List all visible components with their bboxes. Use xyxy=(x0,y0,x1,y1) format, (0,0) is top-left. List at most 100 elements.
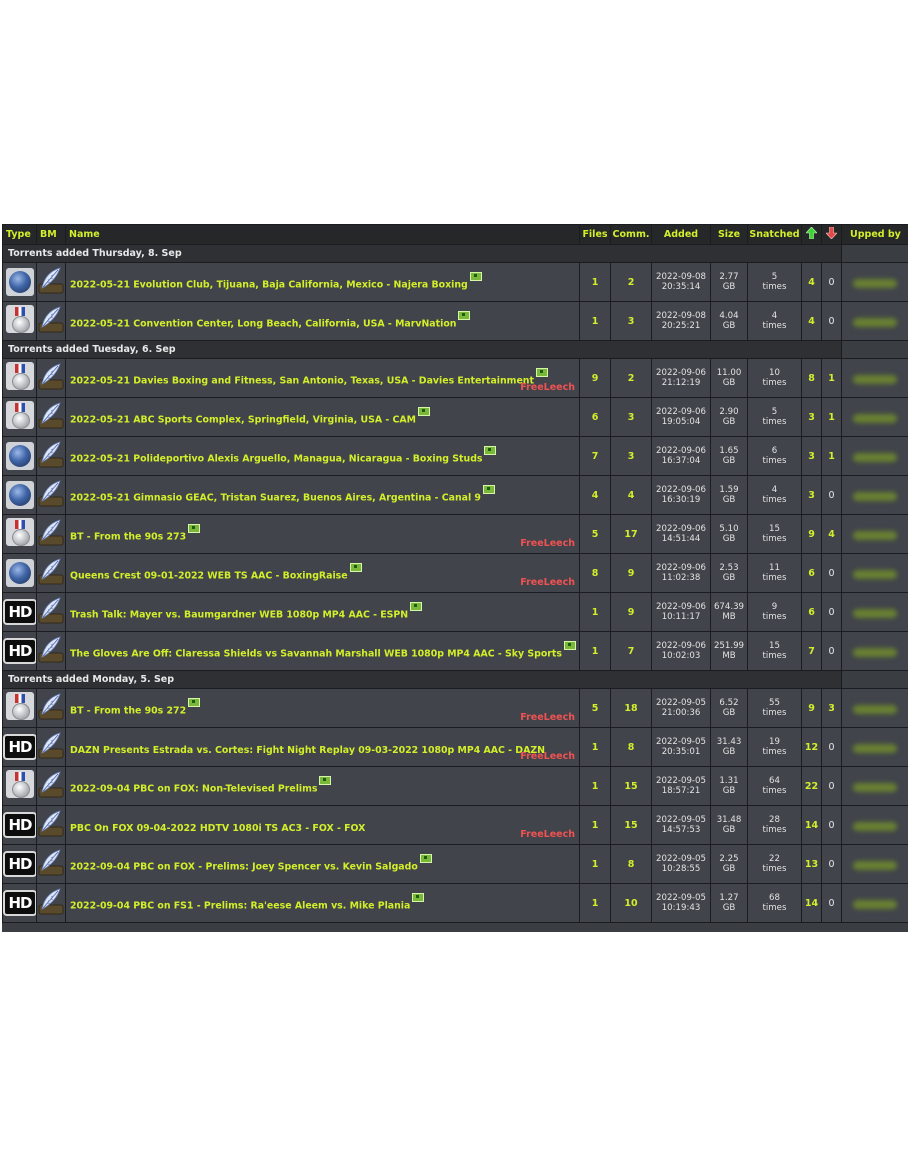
snatched-cell[interactable]: 4 times xyxy=(747,475,802,515)
table-row[interactable]: HD DAZN Presents Estrada vs. Cortes: Fig… xyxy=(2,727,908,767)
uploader-name-blurred[interactable] xyxy=(853,608,897,618)
bookmark-quill-icon[interactable] xyxy=(38,266,64,294)
snatched-cell[interactable]: 11 times xyxy=(747,553,802,593)
seeders-count-link[interactable]: 3 xyxy=(801,475,822,515)
snatched-cell[interactable]: 15 times xyxy=(747,514,802,554)
uploader-name-blurred[interactable] xyxy=(853,317,897,327)
torrent-name-link[interactable]: 2022-09-04 PBC on FS1 - Prelims: Ra'eese… xyxy=(70,901,410,912)
torrent-name-link[interactable]: DAZN Presents Estrada vs. Cortes: Fight … xyxy=(70,745,545,756)
table-row[interactable]: HD The Gloves Are Off: Claressa Shields … xyxy=(2,631,908,671)
leechers-count-link[interactable]: 0 xyxy=(821,805,842,845)
snatched-cell[interactable]: 10 times xyxy=(747,358,802,398)
leechers-count-link[interactable]: 1 xyxy=(821,436,842,476)
bookmark-quill-icon[interactable] xyxy=(38,692,64,720)
bookmark-quill-icon[interactable] xyxy=(38,518,64,546)
col-leechers[interactable] xyxy=(821,224,842,245)
table-row[interactable]: HD 2022-09-04 PBC on FOX - Prelims: Joey… xyxy=(2,844,908,884)
uploader-name-blurred[interactable] xyxy=(853,782,897,792)
uploader-name-blurred[interactable] xyxy=(853,899,897,909)
table-row[interactable]: 2022-05-21 Convention Center, Long Beach… xyxy=(2,301,908,341)
torrent-name-link[interactable]: 2022-05-21 Gimnasio GEAC, Tristan Suarez… xyxy=(70,493,481,504)
hd-icon[interactable]: HD xyxy=(3,851,36,877)
seeders-count-link[interactable]: 7 xyxy=(801,631,822,671)
comments-count-link[interactable]: 2 xyxy=(610,358,652,398)
hd-icon[interactable]: HD xyxy=(3,890,36,916)
torrent-name-link[interactable]: Queens Crest 09-01-2022 WEB TS AAC - Box… xyxy=(70,571,348,582)
seeders-count-link[interactable]: 6 xyxy=(801,592,822,632)
torrent-name-link[interactable]: 2022-05-21 Convention Center, Long Beach… xyxy=(70,319,456,330)
nfo-icon[interactable] xyxy=(349,563,362,573)
table-row[interactable]: HD PBC On FOX 09-04-2022 HDTV 1080i TS A… xyxy=(2,805,908,845)
snatched-cell[interactable]: 28 times xyxy=(747,805,802,845)
torrent-name-link[interactable]: PBC On FOX 09-04-2022 HDTV 1080i TS AC3 … xyxy=(70,823,365,834)
comments-count-link[interactable]: 3 xyxy=(610,301,652,341)
torrent-name-link[interactable]: BT - From the 90s 273 xyxy=(70,532,186,543)
uploader-name-blurred[interactable] xyxy=(853,374,897,384)
leechers-count-link[interactable]: 0 xyxy=(821,844,842,884)
comments-count-link[interactable]: 18 xyxy=(610,688,652,728)
seeders-count-link[interactable]: 4 xyxy=(801,301,822,341)
seeders-count-link[interactable]: 22 xyxy=(801,766,822,806)
table-row[interactable]: 2022-05-21 Evolution Club, Tijuana, Baja… xyxy=(2,262,908,302)
medal-icon[interactable] xyxy=(5,362,34,390)
comments-count-link[interactable]: 9 xyxy=(610,592,652,632)
comments-count-link[interactable]: 15 xyxy=(610,766,652,806)
files-count-link[interactable]: 5 xyxy=(579,514,611,554)
files-count-link[interactable]: 1 xyxy=(579,262,611,302)
torrent-name-link[interactable]: 2022-05-21 ABC Sports Complex, Springfie… xyxy=(70,415,416,426)
bookmark-quill-icon[interactable] xyxy=(38,635,64,663)
col-name[interactable]: Name xyxy=(65,224,580,245)
nfo-icon[interactable] xyxy=(188,524,201,534)
leechers-count-link[interactable]: 0 xyxy=(821,766,842,806)
uploader-name-blurred[interactable] xyxy=(853,860,897,870)
uploader-name-blurred[interactable] xyxy=(853,452,897,462)
nfo-icon[interactable] xyxy=(484,446,497,456)
table-row[interactable]: HD Trash Talk: Mayer vs. Baumgardner WEB… xyxy=(2,592,908,632)
leechers-count-link[interactable]: 0 xyxy=(821,883,842,923)
nfo-icon[interactable] xyxy=(482,485,495,495)
medal-icon[interactable] xyxy=(5,770,34,798)
col-size[interactable]: Size xyxy=(710,224,748,245)
table-row[interactable]: 2022-05-21 Polideportivo Alexis Arguello… xyxy=(2,436,908,476)
bookmark-quill-icon[interactable] xyxy=(38,596,64,624)
torrent-name-link[interactable]: The Gloves Are Off: Claressa Shields vs … xyxy=(70,649,562,660)
seeders-count-link[interactable]: 3 xyxy=(801,397,822,437)
seeders-count-link[interactable]: 6 xyxy=(801,553,822,593)
files-count-link[interactable]: 1 xyxy=(579,766,611,806)
seeders-count-link[interactable]: 4 xyxy=(801,262,822,302)
table-row[interactable]: 2022-09-04 PBC on FOX: Non-Televised Pre… xyxy=(2,766,908,806)
col-bm[interactable]: BM xyxy=(36,224,66,245)
files-count-link[interactable]: 7 xyxy=(579,436,611,476)
uploader-name-blurred[interactable] xyxy=(853,821,897,831)
globe-icon[interactable] xyxy=(5,441,34,470)
comments-count-link[interactable]: 17 xyxy=(610,514,652,554)
torrent-name-link[interactable]: 2022-05-21 Davies Boxing and Fitness, Sa… xyxy=(70,376,534,387)
bookmark-quill-icon[interactable] xyxy=(38,809,64,837)
table-row[interactable]: HD 2022-09-04 PBC on FS1 - Prelims: Ra'e… xyxy=(2,883,908,923)
files-count-link[interactable]: 8 xyxy=(579,553,611,593)
nfo-icon[interactable] xyxy=(418,407,431,417)
col-comments[interactable]: Comm. xyxy=(610,224,652,245)
col-added[interactable]: Added xyxy=(651,224,711,245)
table-row[interactable]: 2022-05-21 ABC Sports Complex, Springfie… xyxy=(2,397,908,437)
seeders-count-link[interactable]: 9 xyxy=(801,688,822,728)
nfo-icon[interactable] xyxy=(188,698,201,708)
nfo-icon[interactable] xyxy=(412,893,425,903)
snatched-cell[interactable]: 19 times xyxy=(747,727,802,767)
torrent-name-link[interactable]: 2022-09-04 PBC on FOX - Prelims: Joey Sp… xyxy=(70,862,418,873)
col-upped-by[interactable]: Upped by xyxy=(841,224,908,245)
uploader-name-blurred[interactable] xyxy=(853,530,897,540)
bookmark-quill-icon[interactable] xyxy=(38,887,64,915)
torrent-name-link[interactable]: 2022-09-04 PBC on FOX: Non-Televised Pre… xyxy=(70,784,317,795)
snatched-cell[interactable]: 22 times xyxy=(747,844,802,884)
medal-icon[interactable] xyxy=(5,518,34,546)
bookmark-quill-icon[interactable] xyxy=(38,401,64,429)
seeders-count-link[interactable]: 14 xyxy=(801,883,822,923)
files-count-link[interactable]: 4 xyxy=(579,475,611,515)
bookmark-quill-icon[interactable] xyxy=(38,362,64,390)
uploader-name-blurred[interactable] xyxy=(853,743,897,753)
bookmark-quill-icon[interactable] xyxy=(38,848,64,876)
uploader-name-blurred[interactable] xyxy=(853,569,897,579)
comments-count-link[interactable]: 3 xyxy=(610,397,652,437)
torrent-name-link[interactable]: BT - From the 90s 272 xyxy=(70,706,186,717)
